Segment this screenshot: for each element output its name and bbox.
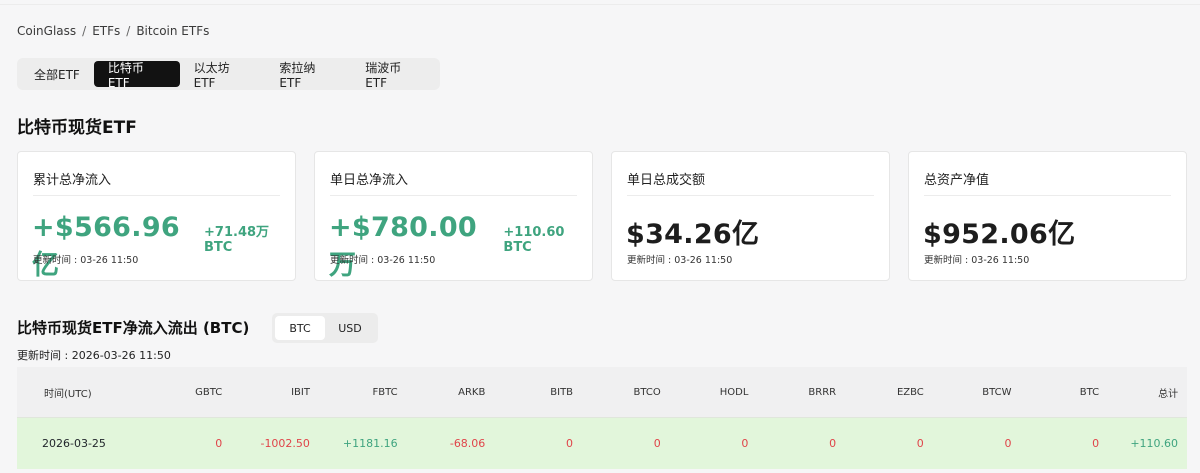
card-label: 单日总净流入 xyxy=(330,173,409,188)
etf-flow-table: 时间(UTC) GBTC IBIT FBTC ARKB BITB BTCO HO… xyxy=(17,367,1187,469)
page-title: 比特币现货ETF xyxy=(17,118,137,138)
card-label: 单日总成交额 xyxy=(627,173,706,188)
header-ezbc[interactable]: EZBC xyxy=(836,387,924,398)
breadcrumb-coinglass[interactable]: CoinGlass xyxy=(17,24,76,38)
summary-cards: 累计总净流入 +$566.96亿 +71.48万 BTC 更新时间 : 03-2… xyxy=(17,151,1187,281)
card-divider xyxy=(33,195,280,196)
etf-category-tabs: 全部ETF 比特币ETF 以太坊ETF 索拉纳ETF 瑞波币ETF xyxy=(17,58,440,90)
header-hodl[interactable]: HODL xyxy=(661,387,749,398)
tab-ethereum-etf[interactable]: 以太坊ETF xyxy=(180,61,266,90)
card-update-time: 更新时间 : 03-26 11:50 xyxy=(330,255,436,266)
row-hodl: 0 xyxy=(741,437,749,450)
top-divider xyxy=(0,4,1200,5)
card-value: $952.06亿 xyxy=(923,219,1076,250)
row-date: 2026-03-25 xyxy=(42,437,106,450)
header-brrr[interactable]: BRRR xyxy=(748,387,836,398)
flow-section-title: 比特币现货ETF净流入流出 (BTC) xyxy=(17,319,250,337)
header-total[interactable]: 总计 xyxy=(1099,385,1187,400)
table-header: 时间(UTC) GBTC IBIT FBTC ARKB BITB BTCO HO… xyxy=(17,367,1187,417)
header-arkb[interactable]: ARKB xyxy=(398,387,485,398)
card-update-time: 更新时间 : 03-26 11:50 xyxy=(33,255,139,266)
card-divider xyxy=(627,195,874,196)
card-value-row: $34.26亿 xyxy=(626,212,759,251)
card-value-row: $952.06亿 xyxy=(923,212,1075,251)
card-value: +$780.00万 xyxy=(329,212,477,281)
header-btco[interactable]: BTCO xyxy=(573,387,660,398)
card-sub-value: +71.48万 BTC xyxy=(204,225,270,255)
card-value-row: +$780.00万 +110.60 BTC xyxy=(329,212,592,282)
row-btc: 0 xyxy=(1092,437,1100,450)
card-update-time: 更新时间 : 03-26 11:50 xyxy=(627,255,733,266)
row-bitb: 0 xyxy=(566,437,573,450)
breadcrumb-etfs[interactable]: ETFs xyxy=(92,24,120,38)
row-gbtc: 0 xyxy=(215,437,223,450)
header-btc[interactable]: BTC xyxy=(1011,387,1099,398)
header-ibit[interactable]: IBIT xyxy=(222,387,310,398)
breadcrumb-separator: / xyxy=(126,24,131,38)
tab-all-etf[interactable]: 全部ETF xyxy=(20,61,94,87)
card-label: 累计总净流入 xyxy=(33,173,112,188)
card-divider xyxy=(924,195,1171,196)
row-ezbc: 0 xyxy=(916,437,924,450)
card-cumulative-net-inflow: 累计总净流入 +$566.96亿 +71.48万 BTC 更新时间 : 03-2… xyxy=(17,151,296,281)
header-gbtc[interactable]: GBTC xyxy=(135,387,222,398)
header-time[interactable]: 时间(UTC) xyxy=(17,385,135,400)
flow-update-time: 更新时间 : 2026-03-26 11:50 xyxy=(17,349,171,362)
tab-xrp-etf[interactable]: 瑞波币ETF xyxy=(351,61,437,90)
card-sub-value: +110.60 BTC xyxy=(503,225,565,255)
row-fbtc: +1181.16 xyxy=(342,437,398,450)
table-row: 2026-03-25 0 -1002.50 +1181.16 -68.06 0 … xyxy=(17,417,1187,469)
card-daily-net-inflow: 单日总净流入 +$780.00万 +110.60 BTC 更新时间 : 03-2… xyxy=(314,151,593,281)
breadcrumb-separator: / xyxy=(82,24,87,38)
breadcrumb: CoinGlass / ETFs / Bitcoin ETFs xyxy=(17,24,209,38)
row-ibit: -1002.50 xyxy=(260,437,310,450)
unit-toggle: BTC USD xyxy=(272,313,378,343)
row-arkb: -68.06 xyxy=(449,437,486,450)
row-brrr: 0 xyxy=(829,437,837,450)
card-label: 总资产净值 xyxy=(924,173,990,188)
row-btco: 0 xyxy=(653,437,661,450)
toggle-btc-button[interactable]: BTC xyxy=(275,316,325,340)
card-value: $34.26亿 xyxy=(626,219,760,250)
breadcrumb-bitcoin-etfs: Bitcoin ETFs xyxy=(136,24,210,38)
header-btcw[interactable]: BTCW xyxy=(924,387,1011,398)
tab-solana-etf[interactable]: 索拉纳ETF xyxy=(265,61,351,90)
row-btcw: 0 xyxy=(1004,437,1012,450)
row-total: +110.60 xyxy=(1130,437,1179,450)
card-divider xyxy=(330,195,577,196)
card-update-time: 更新时间 : 03-26 11:50 xyxy=(924,255,1030,266)
header-bitb[interactable]: BITB xyxy=(485,387,573,398)
card-value-row: +$566.96亿 +71.48万 BTC xyxy=(32,212,295,282)
card-total-net-assets: 总资产净值 $952.06亿 更新时间 : 03-26 11:50 xyxy=(908,151,1187,281)
tab-bitcoin-etf[interactable]: 比特币ETF xyxy=(93,61,180,90)
card-value: +$566.96亿 xyxy=(32,212,180,281)
card-daily-volume: 单日总成交额 $34.26亿 更新时间 : 03-26 11:50 xyxy=(611,151,890,281)
header-fbtc[interactable]: FBTC xyxy=(310,387,398,398)
toggle-usd-button[interactable]: USD xyxy=(325,316,375,340)
